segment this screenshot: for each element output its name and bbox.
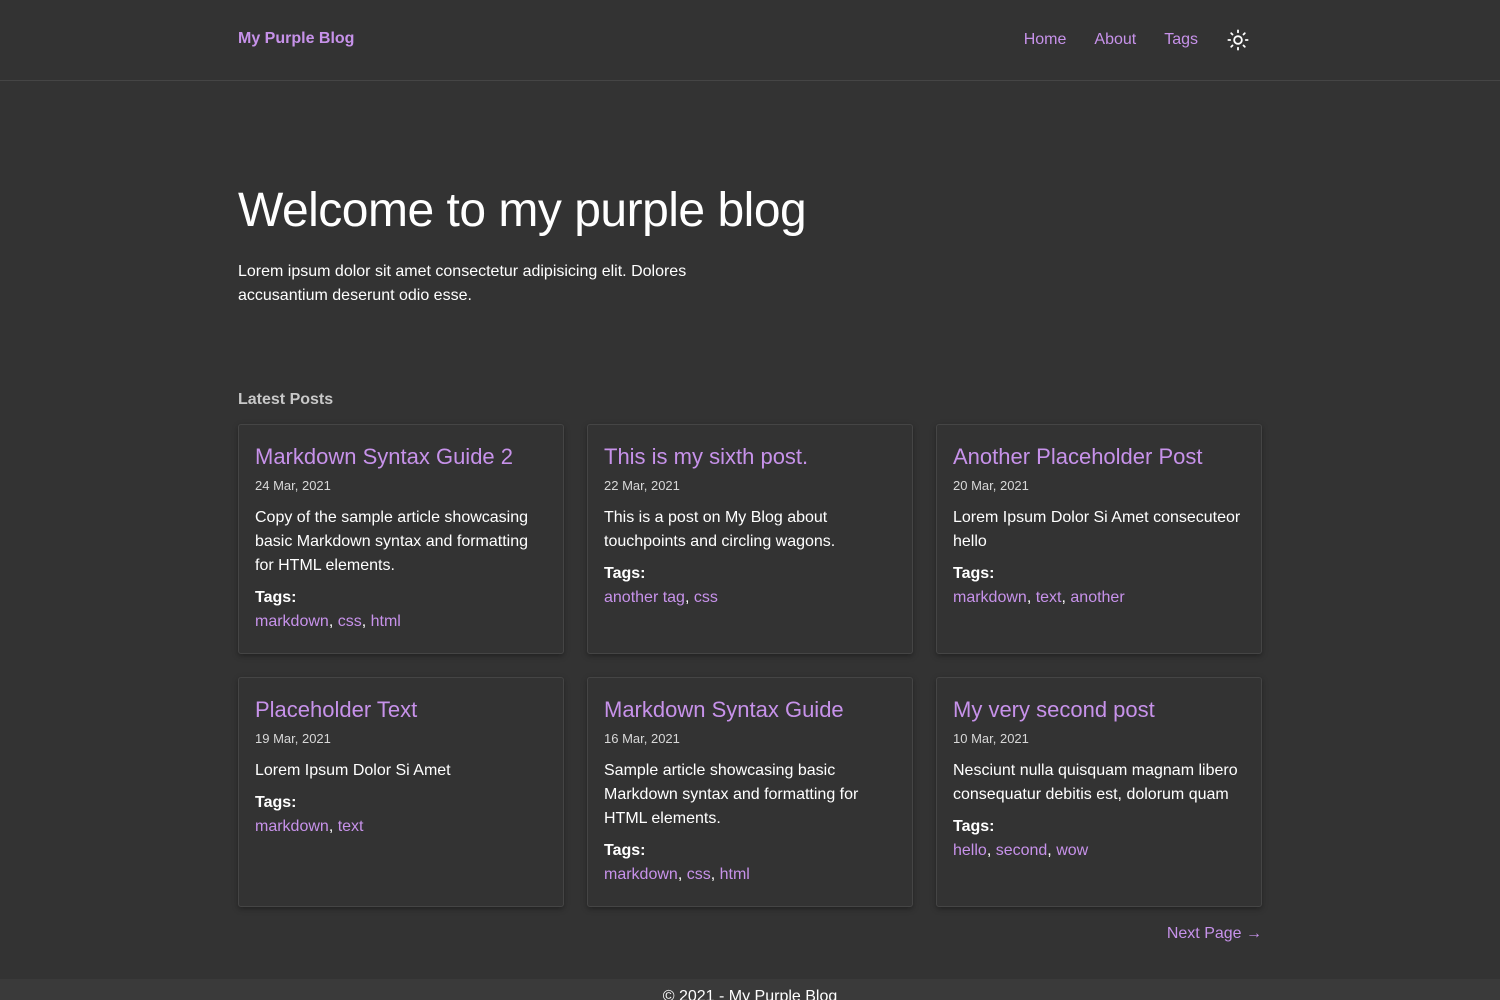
post-date: 19 Mar, 2021 <box>255 731 331 746</box>
tag-link[interactable]: markdown <box>604 866 678 883</box>
tag-link[interactable]: hello <box>953 842 987 859</box>
tag-link[interactable]: html <box>720 866 750 883</box>
tags-label: Tags: <box>604 842 646 859</box>
post-tags: hello, second, wow <box>953 842 1089 859</box>
post-excerpt: Nesciunt nulla quisquam magnam libero co… <box>953 762 1238 803</box>
post-date: 22 Mar, 2021 <box>604 478 680 493</box>
nav-about-link[interactable]: About <box>1094 31 1136 49</box>
footer-copyright: © 2021 - My Purple Blog <box>662 988 838 1000</box>
tag-link[interactable]: another tag <box>604 589 685 606</box>
post-excerpt: Lorem Ipsum Dolor Si Amet consecuteor he… <box>953 509 1241 550</box>
post-title-link[interactable]: Markdown Syntax Guide <box>604 694 896 726</box>
post-title-link[interactable]: Placeholder Text <box>255 694 547 726</box>
tag-link[interactable]: second <box>996 842 1048 859</box>
hero-description: Lorem ipsum dolor sit amet consectetur a… <box>238 263 687 304</box>
post-excerpt: Lorem Ipsum Dolor Si Amet <box>255 762 451 779</box>
post-title-link[interactable]: Another Placeholder Post <box>953 441 1245 473</box>
latest-posts-heading: Latest Posts <box>238 391 334 408</box>
tags-label: Tags: <box>255 589 297 606</box>
tag-link[interactable]: html <box>371 613 401 630</box>
post-title-link[interactable]: My very second post <box>953 694 1245 726</box>
post-card: This is my sixth post. 22 Mar, 2021 This… <box>587 424 913 654</box>
tag-link[interactable]: text <box>338 818 364 835</box>
main-nav: Home About Tags <box>1024 28 1250 52</box>
post-excerpt: Sample article showcasing basic Markdown… <box>604 762 859 827</box>
site-brand-link[interactable]: My Purple Blog <box>238 30 354 48</box>
post-date: 10 Mar, 2021 <box>953 731 1029 746</box>
post-card: Placeholder Text 19 Mar, 2021 Lorem Ipsu… <box>238 677 564 907</box>
tag-link[interactable]: css <box>687 866 711 883</box>
post-title-link[interactable]: This is my sixth post. <box>604 441 896 473</box>
post-tags: markdown, css, html <box>604 866 750 883</box>
post-date: 24 Mar, 2021 <box>255 478 331 493</box>
post-tags: markdown, text <box>255 818 364 835</box>
post-tags: markdown, css, html <box>255 613 401 630</box>
tag-link[interactable]: another <box>1070 589 1124 606</box>
tags-label: Tags: <box>255 794 297 811</box>
tags-label: Tags: <box>953 818 995 835</box>
post-card: My very second post 10 Mar, 2021 Nesciun… <box>936 677 1262 907</box>
sun-icon <box>1227 29 1249 51</box>
post-tags: another tag, css <box>604 589 718 606</box>
tags-label: Tags: <box>953 565 995 582</box>
next-page-link[interactable]: Next Page → <box>1167 925 1262 943</box>
post-excerpt: This is a post on My Blog about touchpoi… <box>604 509 836 550</box>
tag-link[interactable]: markdown <box>255 613 329 630</box>
hero-title: Welcome to my purple blog <box>238 184 807 237</box>
tag-link[interactable]: css <box>694 589 718 606</box>
tag-link[interactable]: css <box>338 613 362 630</box>
tag-link[interactable]: wow <box>1056 842 1088 859</box>
site-header: My Purple Blog Home About Tags <box>0 0 1500 81</box>
post-date: 20 Mar, 2021 <box>953 478 1029 493</box>
post-excerpt: Copy of the sample article showcasing ba… <box>255 509 529 574</box>
site-footer: © 2021 - My Purple Blog <box>0 979 1500 1000</box>
post-card: Markdown Syntax Guide 16 Mar, 2021 Sampl… <box>587 677 913 907</box>
tag-link[interactable]: markdown <box>953 589 1027 606</box>
post-card: Another Placeholder Post 20 Mar, 2021 Lo… <box>936 424 1262 654</box>
tags-label: Tags: <box>604 565 646 582</box>
theme-toggle-button[interactable] <box>1226 28 1250 52</box>
nav-home-link[interactable]: Home <box>1024 31 1067 49</box>
tag-link[interactable]: markdown <box>255 818 329 835</box>
post-date: 16 Mar, 2021 <box>604 731 680 746</box>
tag-link[interactable]: text <box>1036 589 1062 606</box>
nav-tags-link[interactable]: Tags <box>1164 31 1198 49</box>
post-title-link[interactable]: Markdown Syntax Guide 2 <box>255 441 547 473</box>
post-tags: markdown, text, another <box>953 589 1125 606</box>
post-card: Markdown Syntax Guide 2 24 Mar, 2021 Cop… <box>238 424 564 654</box>
